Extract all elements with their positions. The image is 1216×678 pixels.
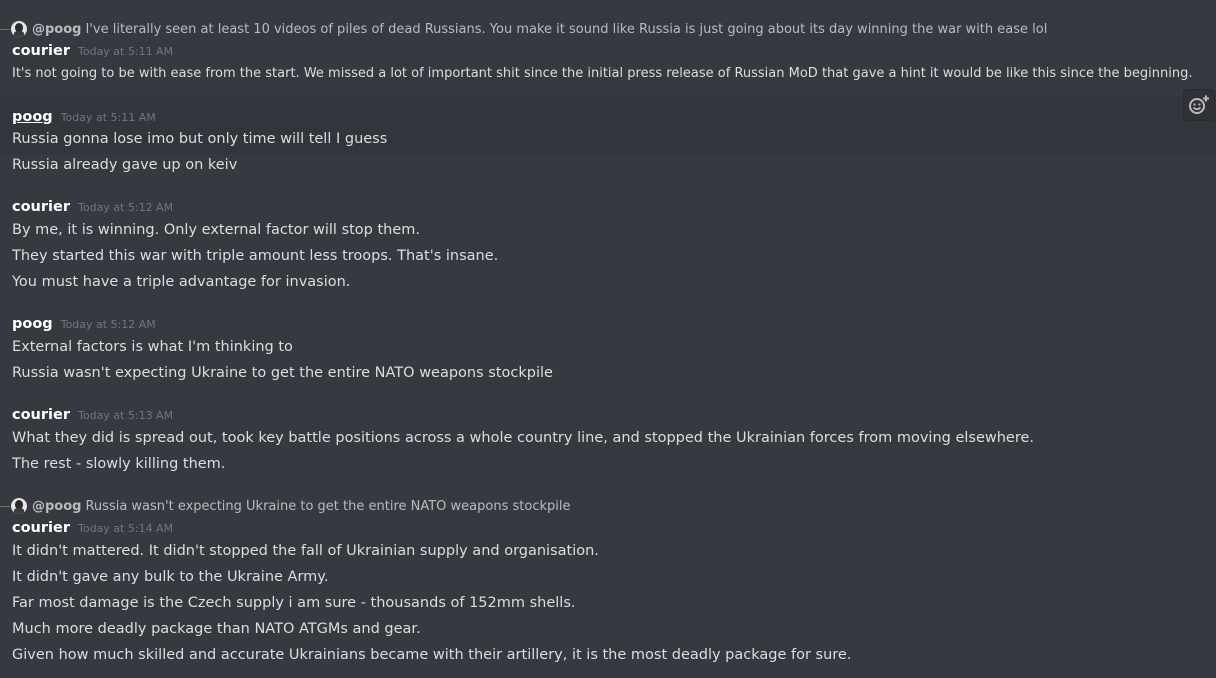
message-text: It didn't mattered. It didn't stopped th… (12, 543, 599, 559)
message-author[interactable]: courier (12, 520, 70, 536)
message-header: courier Today at 5:14 AM (12, 520, 173, 536)
message-text: The rest - slowly killing them. (12, 456, 226, 472)
message-timestamp: Today at 5:12 AM (78, 201, 174, 214)
message-text: Given how much skilled and accurate Ukra… (12, 647, 852, 663)
message-author[interactable]: courier (12, 407, 70, 423)
reply-connector-line (0, 28, 10, 30)
message-header: poog Today at 5:12 AM (12, 316, 156, 332)
reply-preview-text[interactable]: I've literally seen at least 10 videos o… (85, 22, 1047, 37)
message-text: Much more deadly package than NATO ATGMs… (12, 621, 421, 637)
message-text: By me, it is winning. Only external fact… (12, 222, 421, 238)
chat-messages: @poog I've literally seen at least 10 vi… (0, 0, 1216, 678)
reply-author[interactable]: @poog (32, 499, 81, 514)
message-author[interactable]: courier (12, 199, 70, 215)
message-timestamp: Today at 5:12 AM (60, 318, 156, 331)
reply-reference[interactable]: @poog Russia wasn't expecting Ukraine to… (0, 495, 570, 517)
message-header: courier Today at 5:13 AM (12, 407, 173, 423)
message-author[interactable]: poog (12, 316, 53, 332)
message-header: courier Today at 5:11 AM (12, 43, 173, 59)
message-text: You must have a triple advantage for inv… (12, 274, 351, 290)
message-author[interactable]: courier (12, 43, 70, 59)
message-text: It didn't gave any bulk to the Ukraine A… (12, 569, 329, 585)
message-header: courier Today at 5:12 AM (12, 199, 173, 215)
reply-preview-text[interactable]: Russia wasn't expecting Ukraine to get t… (85, 499, 570, 514)
message-timestamp: Today at 5:13 AM (78, 409, 174, 422)
reply-avatar[interactable] (11, 21, 27, 37)
reply-author[interactable]: @poog (32, 22, 81, 37)
reply-connector-line (0, 505, 10, 507)
message-text: Far most damage is the Czech supply i am… (12, 595, 576, 611)
add-reaction-icon (1189, 95, 1209, 114)
message-author[interactable]: poog (12, 109, 53, 125)
message-text: It's not going to be with ease from the … (12, 66, 1193, 81)
message-text: Russia wasn't expecting Ukraine to get t… (12, 365, 553, 381)
message-text: Russia already gave up on keiv (12, 157, 238, 173)
message-timestamp: Today at 5:11 AM (60, 111, 156, 124)
reply-avatar[interactable] (11, 498, 27, 514)
message-text: External factors is what I'm thinking to (12, 339, 293, 355)
reply-reference[interactable]: @poog I've literally seen at least 10 vi… (0, 18, 1047, 40)
message-timestamp: Today at 5:11 AM (78, 45, 174, 58)
add-reaction-button[interactable] (1183, 89, 1215, 121)
message-text: Russia gonna lose imo but only time will… (12, 131, 388, 147)
message-header: poog Today at 5:11 AM (12, 109, 156, 125)
message-text: They started this war with triple amount… (12, 248, 499, 264)
message-timestamp: Today at 5:14 AM (78, 522, 174, 535)
message-text: What they did is spread out, took key ba… (12, 430, 1035, 446)
